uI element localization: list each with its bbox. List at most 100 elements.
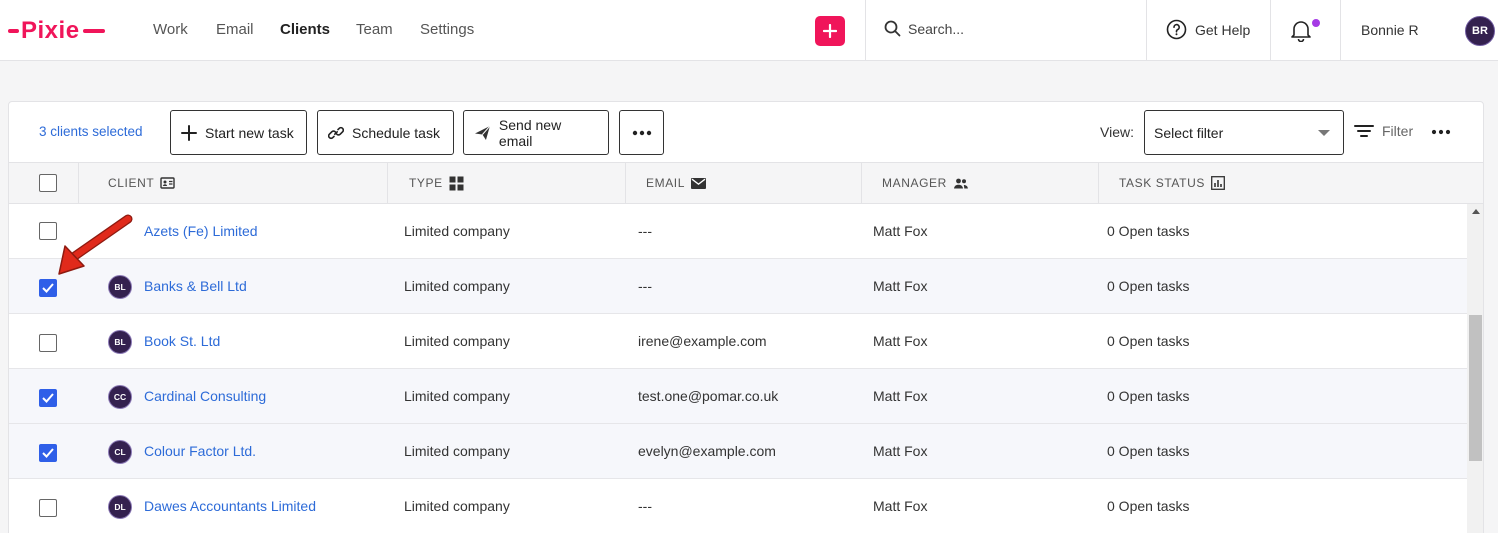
client-name-link[interactable]: Cardinal Consulting	[144, 388, 266, 404]
user-avatar[interactable]: BR	[1465, 16, 1495, 46]
bar-chart-icon	[1211, 176, 1225, 190]
client-email: ---	[638, 498, 652, 514]
client-email: irene@example.com	[638, 333, 767, 349]
row-checkbox[interactable]	[39, 334, 57, 352]
divider	[1270, 0, 1271, 60]
column-header-manager[interactable]: MANAGER	[882, 163, 969, 203]
start-new-task-button[interactable]: Start new task	[170, 110, 307, 155]
row-checkbox[interactable]	[39, 499, 57, 517]
client-avatar: BL	[108, 275, 132, 299]
table-row[interactable]: Azets (Fe) Limited Limited company --- M…	[9, 204, 1467, 259]
nav-clients[interactable]: Clients	[280, 21, 330, 38]
send-new-email-button[interactable]: Send new email	[463, 110, 609, 155]
row-checkbox[interactable]	[39, 279, 57, 297]
column-header-task-status[interactable]: TASK STATUS	[1119, 163, 1225, 203]
filter-button[interactable]: Filter	[1354, 123, 1413, 139]
get-help-button[interactable]: Get Help	[1166, 19, 1250, 40]
schedule-task-label: Schedule task	[352, 124, 440, 141]
nav-email[interactable]: Email	[216, 21, 254, 38]
start-new-task-label: Start new task	[205, 124, 294, 141]
nav-work[interactable]: Work	[153, 21, 188, 38]
divider	[1098, 163, 1099, 203]
selected-count[interactable]: 3 clients selected	[39, 124, 143, 139]
scrollbar-thumb[interactable]	[1469, 315, 1482, 461]
nav-settings[interactable]: Settings	[420, 21, 474, 38]
pixie-logo[interactable]: Pixie	[8, 16, 105, 46]
client-task-status[interactable]: 0 Open tasks	[1107, 223, 1190, 239]
client-name-link[interactable]: Colour Factor Ltd.	[144, 443, 256, 459]
schedule-task-button[interactable]: Schedule task	[317, 110, 454, 155]
divider	[1146, 0, 1147, 60]
client-name-link[interactable]: Book St. Ltd	[144, 333, 220, 349]
filter-label: Filter	[1382, 123, 1414, 139]
client-name-link[interactable]: Azets (Fe) Limited	[144, 223, 258, 239]
people-icon	[953, 178, 968, 188]
table-row[interactable]: CC Cardinal Consulting Limited company t…	[9, 369, 1467, 424]
search-icon	[884, 20, 901, 37]
bulk-action-toolbar: 3 clients selected Start new task Schedu…	[9, 102, 1483, 162]
row-checkbox[interactable]	[39, 222, 57, 240]
send-icon	[474, 125, 491, 140]
row-checkbox[interactable]	[39, 389, 57, 407]
divider	[625, 163, 626, 203]
view-label: View:	[1100, 124, 1134, 140]
view-filter-select[interactable]: Select filter	[1144, 110, 1344, 155]
more-actions-button[interactable]	[619, 110, 664, 155]
chevron-down-icon	[1318, 130, 1330, 136]
clients-panel: 3 clients selected Start new task Schedu…	[8, 101, 1484, 533]
logo-wordmark: Pixie	[21, 17, 80, 44]
send-new-email-label: Send new email	[498, 116, 562, 149]
client-email: ---	[638, 278, 652, 294]
client-avatar: BL	[108, 330, 132, 354]
table-options-button[interactable]	[1431, 122, 1451, 145]
table-row[interactable]: BL Book St. Ltd Limited company irene@ex…	[9, 314, 1467, 369]
client-email: ---	[638, 223, 652, 239]
nav-team[interactable]: Team	[356, 21, 393, 38]
envelope-icon	[691, 177, 707, 189]
client-manager: Matt Fox	[873, 278, 928, 294]
table-row[interactable]: DL Dawes Accountants Limited Limited com…	[9, 479, 1467, 533]
plus-icon	[181, 124, 197, 141]
client-type: Limited company	[404, 223, 510, 239]
search-bar[interactable]: Search...	[884, 20, 964, 37]
notification-badge	[1312, 19, 1320, 27]
client-task-status[interactable]: 0 Open tasks	[1107, 278, 1190, 294]
client-task-status[interactable]: 0 Open tasks	[1107, 388, 1190, 404]
logo-dash-left	[8, 29, 19, 33]
scroll-up-arrow-icon[interactable]	[1472, 209, 1480, 214]
row-checkbox[interactable]	[39, 444, 57, 462]
more-horizontal-icon	[632, 130, 651, 135]
more-horizontal-icon	[1431, 129, 1451, 135]
table-row[interactable]: BL Banks & Bell Ltd Limited company --- …	[9, 259, 1467, 314]
column-header-email[interactable]: EMAIL	[646, 163, 707, 203]
column-header-type[interactable]: TYPE	[409, 163, 464, 203]
divider	[78, 163, 79, 203]
client-type: Limited company	[404, 278, 510, 294]
client-type: Limited company	[404, 333, 510, 349]
divider	[1340, 0, 1341, 60]
view-filter-value: Select filter	[1154, 124, 1224, 141]
client-task-status[interactable]: 0 Open tasks	[1107, 333, 1190, 349]
client-type: Limited company	[404, 498, 510, 514]
client-name-link[interactable]: Banks & Bell Ltd	[144, 278, 247, 294]
client-avatar: DL	[108, 495, 132, 519]
client-name-link[interactable]: Dawes Accountants Limited	[144, 498, 316, 514]
logo-dash-right	[82, 29, 105, 33]
column-label: TYPE	[409, 176, 443, 190]
vertical-scrollbar[interactable]	[1467, 204, 1483, 533]
top-navigation-bar: Pixie Work Email Clients Team Settings S…	[0, 0, 1498, 61]
quick-add-button[interactable]	[815, 16, 845, 46]
client-task-status[interactable]: 0 Open tasks	[1107, 443, 1190, 459]
column-label: MANAGER	[882, 176, 947, 190]
id-card-icon	[160, 177, 175, 189]
select-all-checkbox[interactable]	[39, 174, 57, 192]
user-name[interactable]: Bonnie R	[1361, 22, 1419, 38]
client-email: evelyn@example.com	[638, 443, 776, 459]
client-avatar: CL	[108, 440, 132, 464]
column-header-client[interactable]: CLIENT	[108, 163, 175, 203]
client-manager: Matt Fox	[873, 388, 928, 404]
search-placeholder[interactable]: Search...	[908, 21, 964, 37]
table-row[interactable]: CL Colour Factor Ltd. Limited company ev…	[9, 424, 1467, 479]
client-task-status[interactable]: 0 Open tasks	[1107, 498, 1190, 514]
notifications-button[interactable]	[1290, 18, 1320, 45]
